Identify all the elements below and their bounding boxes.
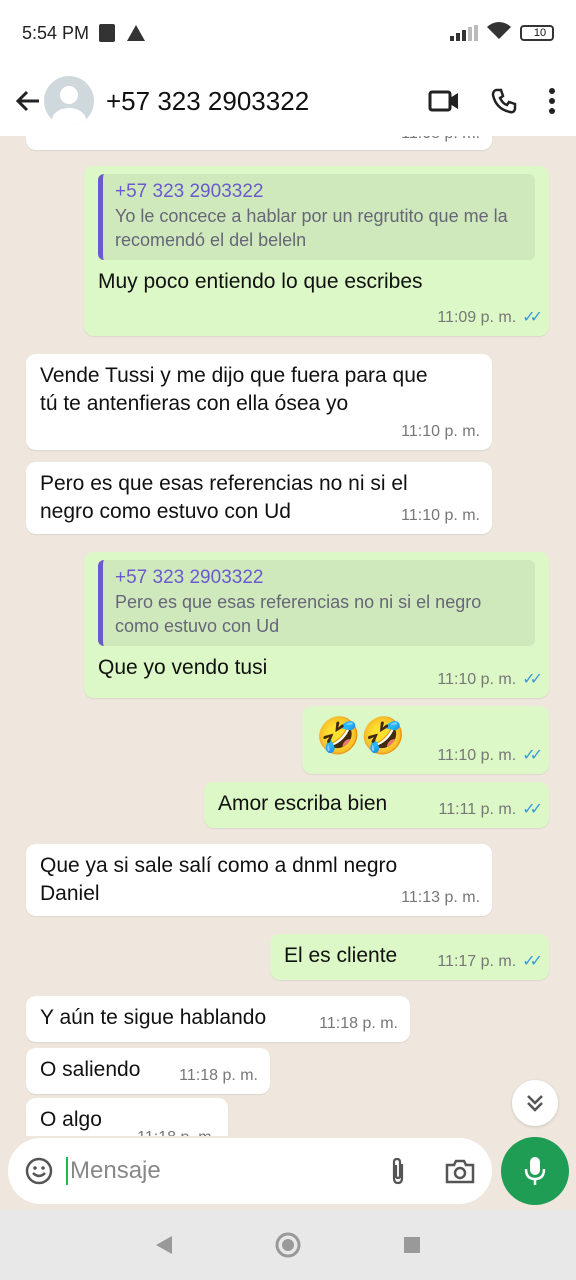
- quoted-message[interactable]: +57 323 2903322 Yo le concece a hablar p…: [98, 174, 535, 260]
- back-button[interactable]: [12, 85, 44, 117]
- message-meta: 11:10 p. m.: [401, 418, 480, 446]
- status-left: 5:54 PM: [22, 22, 146, 44]
- message-time: 11:18 p. m.: [137, 1124, 216, 1136]
- chat-area[interactable]: 11:08 p. m. +57 323 2903322 Yo le concec…: [0, 136, 576, 1136]
- sim-card-icon: [99, 24, 116, 42]
- attach-button[interactable]: [388, 1156, 408, 1186]
- square-recents-icon: [404, 1237, 420, 1253]
- video-call-button[interactable]: [428, 89, 460, 113]
- message-meta: 11:18 p. m.: [137, 1124, 216, 1136]
- message-bubble-outgoing[interactable]: +57 323 2903322 Yo le concece a hablar p…: [84, 166, 549, 336]
- message-bubble-incoming[interactable]: O saliendo 11:18 p. m.: [26, 1048, 270, 1094]
- triangle-back-icon: [156, 1236, 172, 1254]
- voice-message-button[interactable]: [501, 1137, 569, 1205]
- message-meta: 11:18 p. m.: [179, 1062, 258, 1090]
- message-time: 11:10 p. m.: [437, 671, 517, 688]
- nav-home-button[interactable]: [274, 1231, 302, 1259]
- message-meta: 11:13 p. m.: [401, 884, 480, 912]
- battery-icon: 10: [520, 25, 554, 41]
- kebab-menu-icon: [549, 88, 555, 114]
- message-composer: [8, 1138, 492, 1204]
- message-meta: 11:17 p. m. ✓✓: [437, 948, 543, 976]
- nav-back-button[interactable]: [154, 1234, 174, 1256]
- signal-icon: [450, 25, 478, 41]
- header-actions: [428, 87, 556, 115]
- read-receipt-icon: ✓✓: [522, 671, 543, 688]
- video-camera-icon: [428, 90, 458, 112]
- message-time: 11:13 p. m.: [401, 889, 480, 906]
- status-right: 10: [450, 21, 554, 46]
- message-bubble-incoming[interactable]: Que ya si sale salí como a dnml negro Da…: [26, 844, 492, 916]
- quoted-text: Pero es que esas referencias no ni si el…: [115, 592, 482, 636]
- read-receipt-icon: ✓✓: [522, 801, 543, 818]
- message-meta: 11:18 p. m.: [319, 1010, 398, 1038]
- status-time: 5:54 PM: [22, 22, 90, 43]
- message-time: 11:17 p. m.: [437, 953, 517, 970]
- circle-home-icon: [275, 1232, 301, 1258]
- double-chevron-down-icon: [527, 1095, 543, 1112]
- message-bubble-incoming[interactable]: O algo 11:18 p. m.: [26, 1098, 228, 1136]
- message-time: 11:11 p. m.: [438, 801, 517, 818]
- message-time: 11:18 p. m.: [179, 1067, 258, 1084]
- read-receipt-icon: ✓✓: [522, 309, 543, 326]
- message-meta: 11:10 p. m. ✓✓: [437, 742, 543, 770]
- warning-icon: [127, 25, 146, 41]
- battery-level: 10: [533, 27, 547, 39]
- message-time: 11:10 p. m.: [401, 507, 480, 524]
- scroll-to-bottom-button[interactable]: [512, 1080, 558, 1126]
- message-bubble-outgoing[interactable]: El es cliente 11:17 p. m. ✓✓: [270, 934, 549, 980]
- quoted-sender: +57 323 2903322: [115, 567, 264, 588]
- paperclip-icon: [392, 1157, 404, 1185]
- message-time: 11:08 p. m.: [401, 136, 480, 148]
- message-time: 11:10 p. m.: [401, 423, 480, 440]
- message-time: 11:18 p. m.: [319, 1015, 398, 1032]
- microphone-icon: [524, 1157, 546, 1185]
- more-options-button[interactable]: [548, 87, 556, 115]
- message-input[interactable]: [66, 1157, 388, 1185]
- message-bubble-incoming[interactable]: Vende Tussi y me dijo que fuera para que…: [26, 354, 492, 450]
- message-bubble-incoming[interactable]: 11:08 p. m.: [26, 136, 492, 150]
- smiley-icon: [25, 1157, 53, 1185]
- message-bubble-outgoing[interactable]: 🤣🤣 11:10 p. m. ✓✓: [302, 706, 549, 774]
- contact-name[interactable]: +57 323 2903322: [106, 86, 309, 117]
- message-meta: 11:10 p. m. ✓✓: [437, 666, 543, 694]
- wifi-icon: [486, 21, 512, 46]
- quoted-sender: +57 323 2903322: [115, 181, 264, 202]
- message-meta: 11:10 p. m.: [401, 502, 480, 530]
- contact-avatar[interactable]: [44, 76, 94, 126]
- message-text: Muy poco entiendo lo que escribes: [98, 270, 423, 293]
- message-bubble-outgoing[interactable]: Amor escriba bien 11:11 p. m. ✓✓: [204, 782, 549, 828]
- message-bubble-incoming[interactable]: Y aún te sigue hablando 11:18 p. m.: [26, 996, 410, 1042]
- status-bar: 5:54 PM 10: [0, 0, 576, 66]
- message-meta: 11:09 p. m. ✓✓: [437, 304, 543, 332]
- camera-icon: [445, 1159, 475, 1184]
- nav-recents-button[interactable]: [402, 1235, 422, 1255]
- arrow-left-icon: [15, 90, 39, 112]
- quoted-message[interactable]: +57 323 2903322 Pero es que esas referen…: [98, 560, 535, 646]
- read-receipt-icon: ✓✓: [522, 953, 543, 970]
- phone-icon: [491, 88, 517, 114]
- camera-button[interactable]: [444, 1157, 476, 1185]
- message-meta: 11:11 p. m. ✓✓: [438, 796, 543, 824]
- voice-call-button[interactable]: [490, 87, 518, 115]
- message-text: Vende Tussi y me dijo que fuera para que…: [40, 364, 428, 415]
- message-time: 11:10 p. m.: [437, 747, 517, 764]
- emoji-button[interactable]: [24, 1156, 54, 1186]
- system-navigation-bar: [0, 1210, 576, 1280]
- message-bubble-outgoing[interactable]: +57 323 2903322 Pero es que esas referen…: [84, 552, 549, 698]
- message-time: 11:09 p. m.: [437, 309, 517, 326]
- chat-header: +57 323 2903322: [0, 66, 576, 136]
- read-receipt-icon: ✓✓: [522, 747, 543, 764]
- message-bubble-incoming[interactable]: Pero es que esas referencias no ni si el…: [26, 462, 492, 534]
- quoted-text: Yo le concece a hablar por un regrutito …: [115, 206, 508, 250]
